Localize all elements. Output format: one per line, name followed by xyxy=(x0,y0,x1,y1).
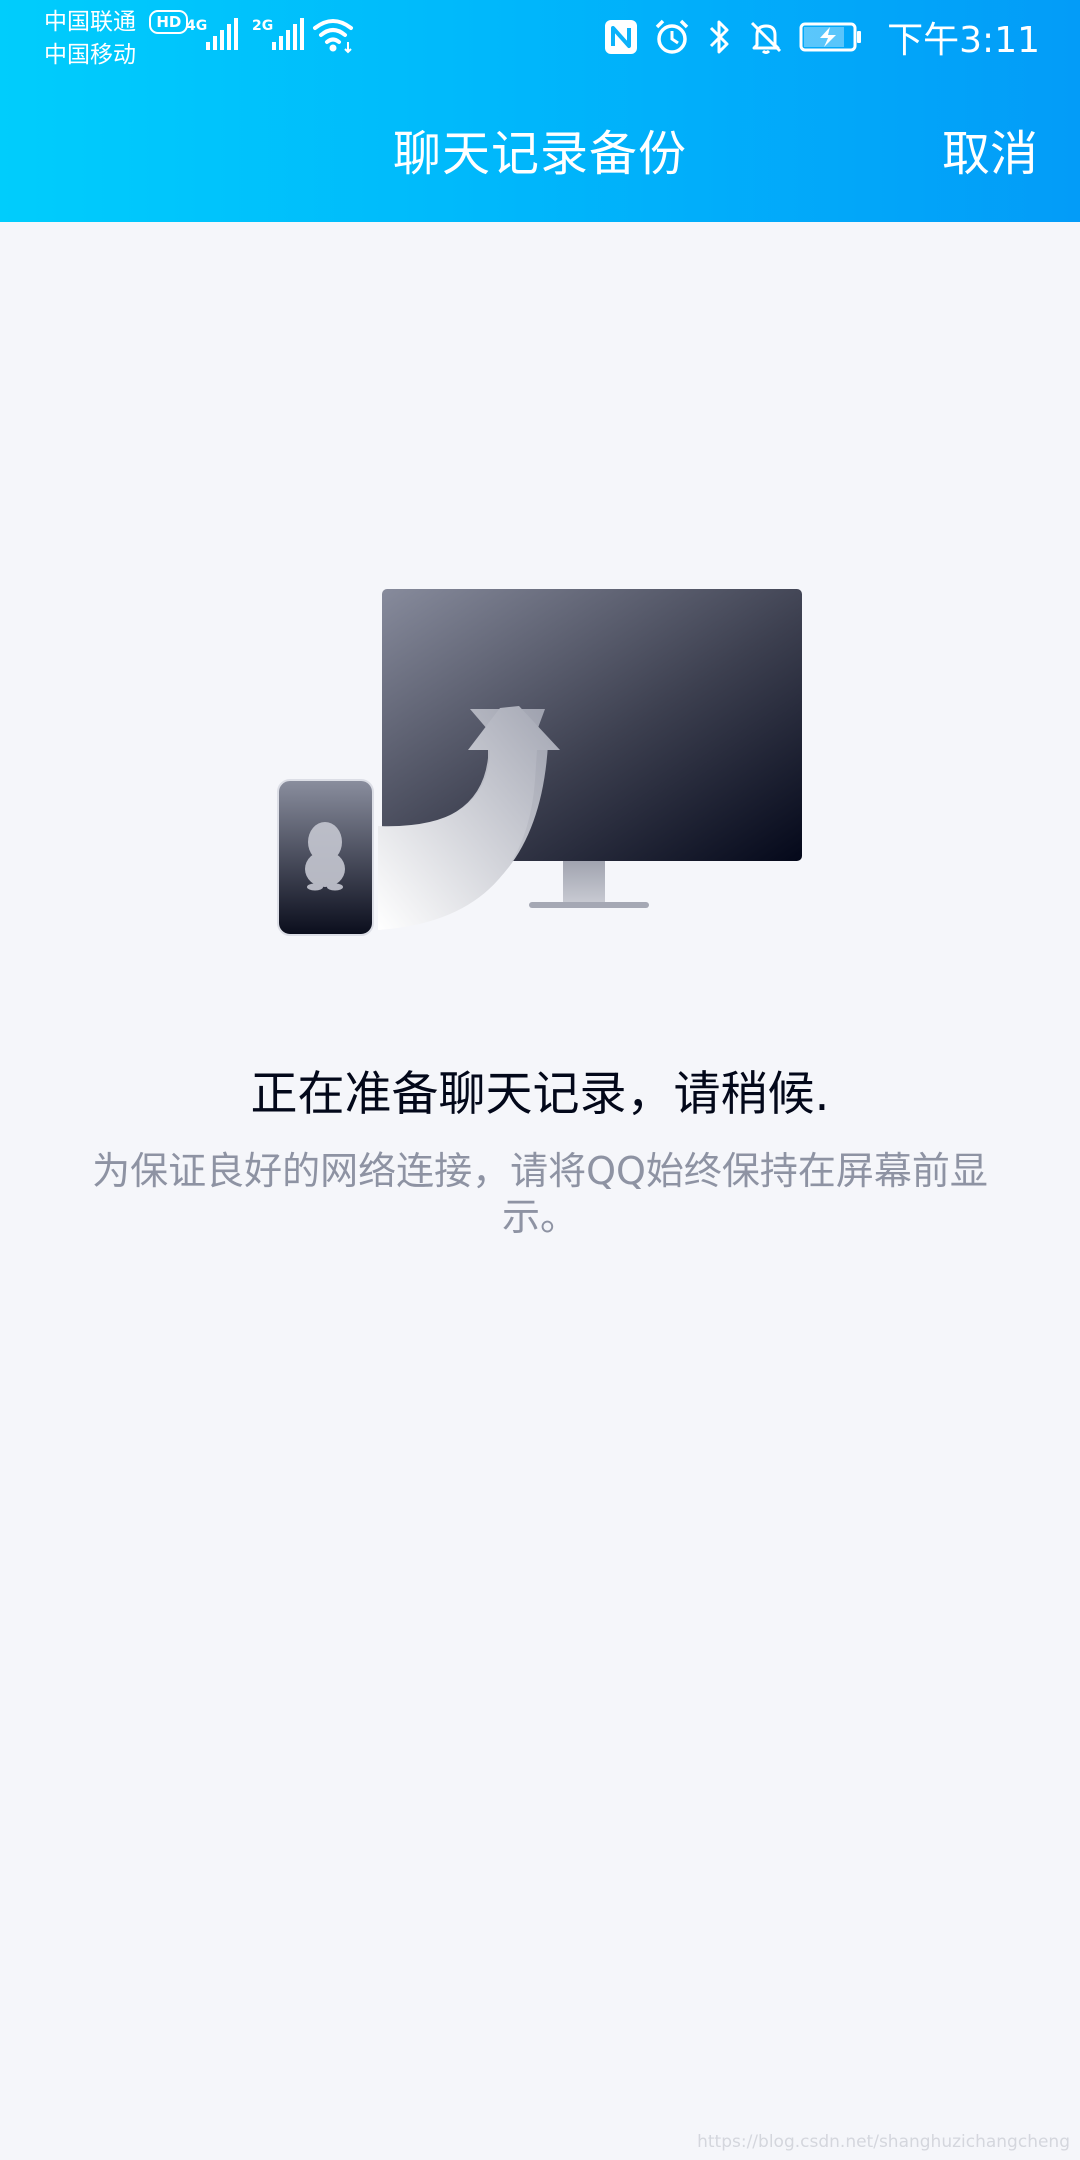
carrier-1-name: 中国联通 xyxy=(44,9,136,35)
network-type-2: 2G xyxy=(252,18,274,34)
system-icons: 下午3:11 xyxy=(603,12,1040,62)
wifi-icon xyxy=(313,19,353,54)
penguin-icon xyxy=(305,822,345,891)
phone-to-computer-backup-icon xyxy=(277,589,802,936)
watermark: https://blog.csdn.net/shanghuzichangchen… xyxy=(697,2132,1070,2152)
monitor-stand xyxy=(563,858,605,904)
status-bar: 中国联通 HD 中国移动 4G 2G 下午3:11 xyxy=(0,0,1080,72)
battery-charging-icon xyxy=(799,22,862,52)
hd-badge: HD xyxy=(149,10,189,34)
mute-icon xyxy=(751,21,782,54)
carrier-info: 中国联通 HD 中国移动 xyxy=(44,6,189,72)
clock: 下午3:11 xyxy=(887,20,1040,61)
page-title: 聊天记录备份 xyxy=(392,126,687,182)
cancel-button[interactable]: 取消 xyxy=(942,114,1038,184)
carrier-2-name: 中国移动 xyxy=(44,42,136,68)
network-type-1: 4G xyxy=(186,18,208,34)
hint-message: 为保证良好的网络连接，请将QQ始终保持在屏幕前显示。 xyxy=(92,1149,988,1239)
alarm-icon xyxy=(655,19,689,54)
nfc-icon xyxy=(605,20,638,54)
status-message: 正在准备聊天记录，请稍候. xyxy=(250,1067,830,1122)
navigation-bar: 聊天记录备份 取消 xyxy=(0,72,1080,222)
signal-icon xyxy=(272,18,304,50)
bluetooth-icon xyxy=(710,20,729,54)
monitor-base xyxy=(529,902,649,908)
top-bar: 中国联通 HD 中国移动 4G 2G 下午3:11 聊天记录备份 取消 xyxy=(0,0,1080,222)
signal-icon xyxy=(206,18,238,50)
